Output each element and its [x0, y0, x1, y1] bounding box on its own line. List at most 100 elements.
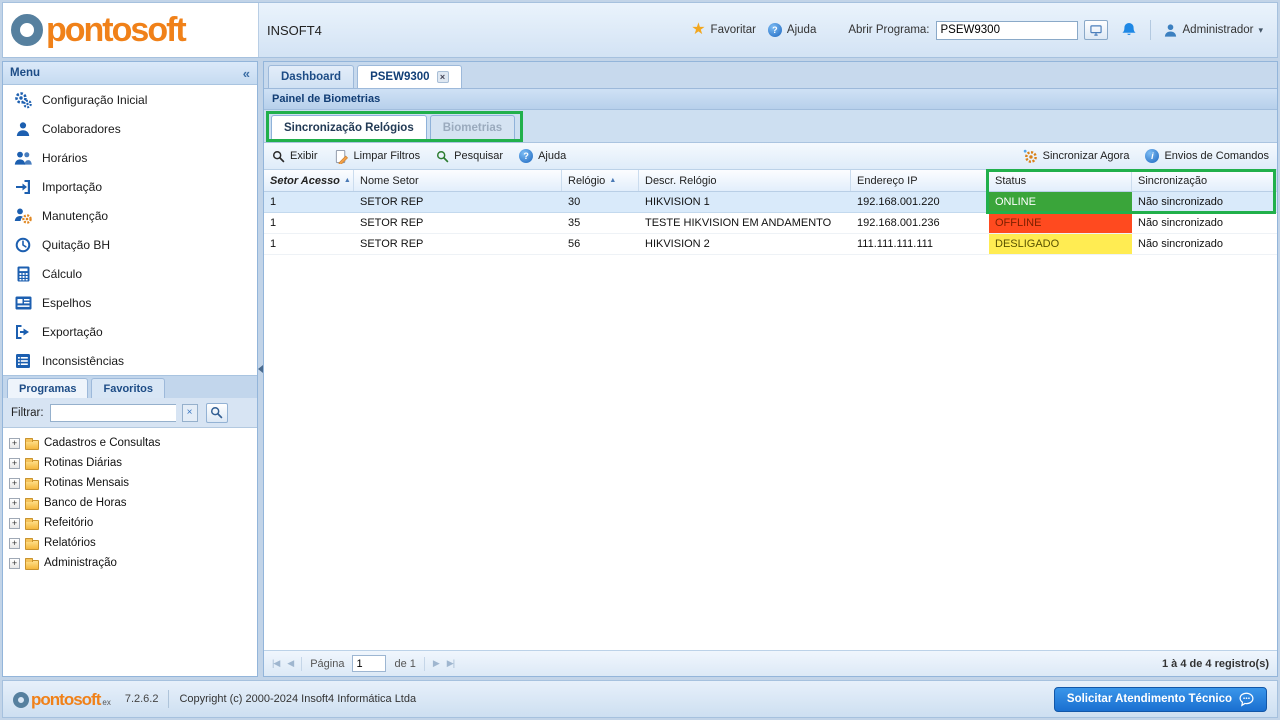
expand-icon[interactable]: +	[9, 438, 20, 449]
expand-icon[interactable]: +	[9, 478, 20, 489]
people-gear-icon	[13, 207, 33, 224]
pontosoft-logo: pontosoft	[11, 13, 185, 47]
folder-icon	[25, 520, 39, 530]
sidebar-item-importacao[interactable]: Importação	[3, 172, 257, 201]
tree-item-rotinas-mensais[interactable]: + Rotinas Mensais	[5, 473, 255, 493]
folder-icon	[25, 500, 39, 510]
expand-icon[interactable]: +	[9, 498, 20, 509]
column-header-relogio[interactable]: Relógio ▲	[562, 170, 639, 191]
filter-label: Filtrar:	[11, 407, 44, 419]
main-tab-bar: Dashboard PSEW9300 ×	[264, 62, 1277, 89]
tree-item-relatorios[interactable]: + Relatórios	[5, 533, 255, 553]
help-icon	[519, 149, 533, 163]
menu-panel-header: Menu «	[3, 62, 257, 85]
cell-relogio: 56	[562, 234, 639, 254]
sidebar-item-exportacao[interactable]: Exportação	[3, 317, 257, 346]
previous-page-button[interactable]: ◀	[287, 658, 293, 669]
favorite-button[interactable]: ★ Favoritar	[691, 22, 756, 38]
open-program-input[interactable]	[936, 21, 1078, 40]
ajuda-toolbar-button[interactable]: Ajuda	[519, 149, 566, 163]
first-page-button[interactable]: |◀	[272, 658, 279, 669]
table-row[interactable]: 1 SETOR REP 35 TESTE HIKVISION EM ANDAME…	[264, 213, 1277, 234]
expand-icon[interactable]: +	[9, 518, 20, 529]
annotation-subtabs: Sincronização Relógios Biometrias	[266, 111, 523, 142]
clear-filter-button[interactable]: ×	[182, 404, 198, 422]
column-header-sincronizacao[interactable]: Sincronização	[1132, 170, 1277, 191]
sidebar-item-label: Inconsistências	[42, 354, 124, 368]
tab-dashboard[interactable]: Dashboard	[268, 65, 354, 88]
next-page-button[interactable]: ▶	[433, 658, 439, 669]
sidebar-item-quitacao-bh[interactable]: Quitação BH	[3, 230, 257, 259]
limpar-filtros-button[interactable]: Limpar Filtros	[334, 149, 421, 164]
tab-psew9300[interactable]: PSEW9300 ×	[357, 65, 461, 88]
tree-item-banco-de-horas[interactable]: + Banco de Horas	[5, 493, 255, 513]
folder-icon	[25, 460, 39, 470]
tree-item-refeitorio[interactable]: + Refeitório	[5, 513, 255, 533]
tab-programas[interactable]: Programas	[7, 378, 88, 398]
sidebar-item-manutencao[interactable]: Manutenção	[3, 201, 257, 230]
page-number-input[interactable]	[352, 655, 386, 672]
table-row[interactable]: 1 SETOR REP 56 HIKVISION 2 111.111.111.1…	[264, 234, 1277, 255]
cell-descr-relogio: HIKVISION 2	[639, 234, 851, 254]
tab-favoritos[interactable]: Favoritos	[91, 378, 165, 398]
close-icon[interactable]: ×	[437, 71, 449, 83]
sidebar-item-inconsistencias[interactable]: Inconsistências	[3, 346, 257, 375]
open-program-button[interactable]	[1084, 20, 1108, 40]
user-menu[interactable]: Administrador ▾	[1163, 23, 1263, 38]
help-button[interactable]: Ajuda	[768, 23, 816, 37]
cell-setor-acesso: 1	[264, 192, 354, 212]
sidebar: Menu « Configuração Inicial Colaboradore…	[2, 61, 258, 677]
sidebar-item-configuracao-inicial[interactable]: Configuração Inicial	[3, 85, 257, 114]
column-header-endereco-ip[interactable]: Endereço IP	[851, 170, 989, 191]
logo-text: pontosoft	[46, 13, 185, 47]
main-panel: Dashboard PSEW9300 × Painel de Biometria…	[263, 61, 1278, 677]
table-header-row: Setor Acesso ▲ Nome Setor Relógio ▲ Desc…	[264, 170, 1277, 192]
pagination-bar: |◀ ◀ Página de 1 ▶ ▶| 1 à 4 de 4 registr…	[264, 650, 1277, 676]
tree-item-rotinas-diarias[interactable]: + Rotinas Diárias	[5, 453, 255, 473]
tree-item-label: Refeitório	[44, 517, 93, 529]
expand-icon[interactable]: +	[9, 558, 20, 569]
records-count-label: 1 à 4 de 4 registro(s)	[1162, 658, 1269, 670]
filter-input[interactable]	[50, 404, 176, 422]
cell-sincronizacao: Não sincronizado	[1132, 213, 1277, 233]
clear-filters-icon	[334, 149, 349, 164]
collapse-sidebar-button[interactable]: «	[243, 67, 250, 80]
column-header-nome-setor[interactable]: Nome Setor	[354, 170, 562, 191]
pontosoft-logo-icon	[13, 692, 29, 708]
sidebar-item-horarios[interactable]: Horários	[3, 143, 257, 172]
cell-nome-setor: SETOR REP	[354, 234, 562, 254]
expand-icon[interactable]: +	[9, 538, 20, 549]
cell-setor-acesso: 1	[264, 213, 354, 233]
sidebar-item-espelhos[interactable]: Espelhos	[3, 288, 257, 317]
exibir-button[interactable]: Exibir	[272, 150, 318, 163]
subtab-sincronizacao-relogios[interactable]: Sincronização Relógios	[271, 115, 427, 139]
divider	[301, 657, 302, 671]
divider	[168, 690, 169, 708]
table-row[interactable]: 1 SETOR REP 30 HIKVISION 1 192.168.001.2…	[264, 192, 1277, 213]
tree-item-administracao[interactable]: + Administração	[5, 553, 255, 573]
sidebar-splitter[interactable]	[258, 61, 263, 677]
filter-search-button[interactable]	[206, 403, 228, 423]
clock-icon	[13, 237, 33, 253]
subtab-biometrias[interactable]: Biometrias	[430, 115, 515, 139]
expand-icon[interactable]: +	[9, 458, 20, 469]
column-header-setor-acesso[interactable]: Setor Acesso ▲	[264, 170, 354, 191]
notifications-button[interactable]	[1120, 21, 1138, 39]
status-badge: ONLINE	[989, 192, 1132, 212]
sidebar-item-colaboradores[interactable]: Colaboradores	[3, 114, 257, 143]
sidebar-menu: Configuração Inicial Colaboradores Horár…	[3, 85, 257, 375]
help-icon	[768, 23, 782, 37]
support-button[interactable]: Solicitar Atendimento Técnico	[1054, 687, 1267, 712]
search-icon	[210, 406, 223, 419]
tree-item-cadastros[interactable]: + Cadastros e Consultas	[5, 433, 255, 453]
sincronizar-agora-button[interactable]: Sincronizar Agora	[1023, 149, 1130, 164]
calculator-icon	[13, 266, 33, 282]
sidebar-item-calculo[interactable]: Cálculo	[3, 259, 257, 288]
pesquisar-button[interactable]: Pesquisar	[436, 150, 503, 163]
column-header-descr-relogio[interactable]: Descr. Relógio	[639, 170, 851, 191]
logo-subscript: ex	[102, 698, 110, 708]
last-page-button[interactable]: ▶|	[447, 658, 454, 669]
column-header-status[interactable]: Status	[989, 170, 1132, 191]
envios-de-comandos-button[interactable]: Envios de Comandos	[1145, 149, 1269, 163]
pontosoft-logo-icon	[11, 14, 43, 46]
